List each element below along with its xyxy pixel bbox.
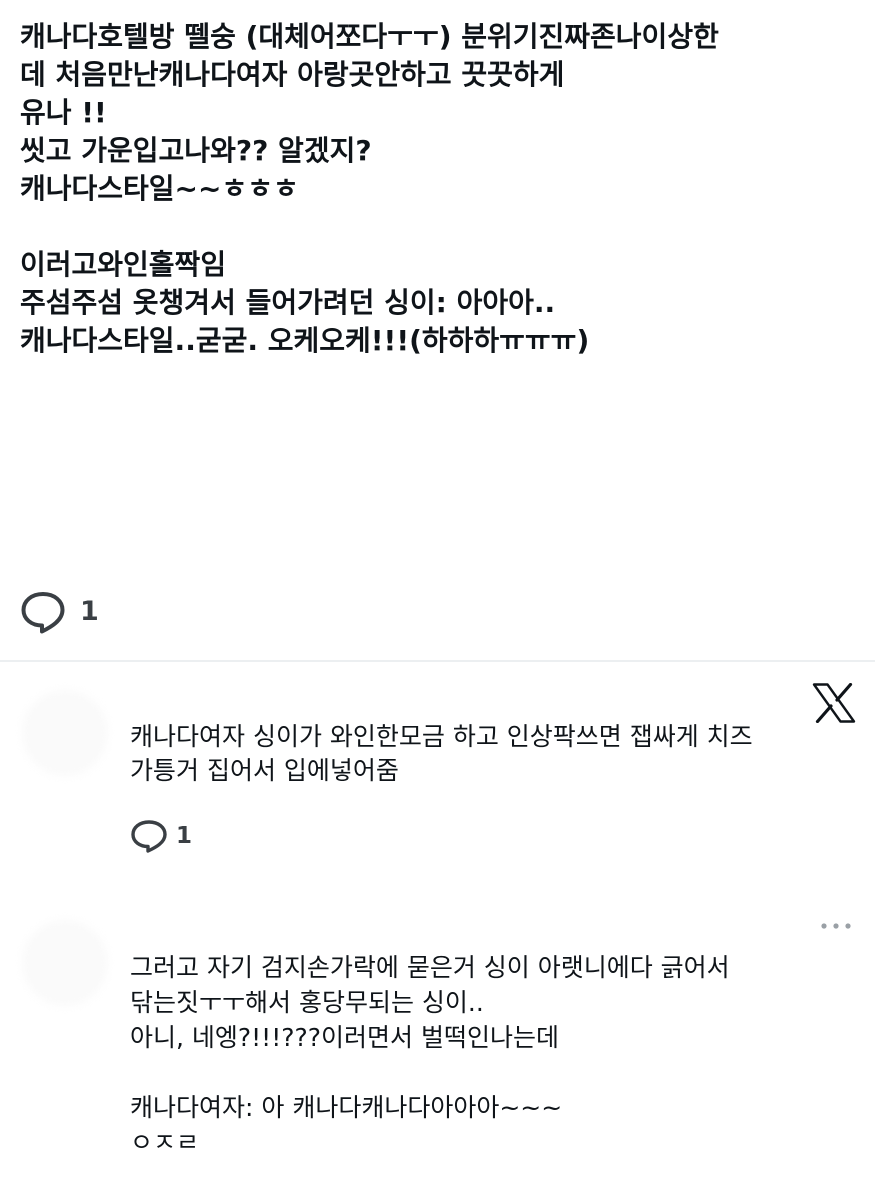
tweet-text-line: 씻고 가운입고나와?? 알겠지?	[20, 134, 372, 167]
tweet-text-line: 유나 !!	[20, 96, 107, 129]
tweet-text-line: 데 처음만난캐나다여자 아랑곳안하고 끗끗하게	[20, 58, 565, 91]
avatar[interactable]	[22, 920, 108, 1006]
reply-text-blank-line	[130, 1055, 850, 1090]
redacted-area	[20, 520, 520, 542]
reply-text-line: 가틍거 집어서 입에넣어줌	[130, 756, 399, 785]
speech-bubble-icon[interactable]	[20, 590, 66, 634]
reply-text-line: ㅇㅈㄹ	[130, 1128, 200, 1157]
speech-bubble-icon[interactable]	[130, 819, 168, 853]
more-dots-icon[interactable]	[818, 918, 854, 932]
main-tweet-text: 캐나다호텔방 뗄숭 (대체어쪼다ㅜㅜ) 분위기진짜존나이상한 데 처음만난캐나다…	[20, 18, 860, 360]
x-logo-icon	[812, 682, 856, 724]
reply-text-line: 그러고 자기 검지손가락에 묻은거 싱이 아랫니에다 긁어서	[130, 953, 730, 982]
reply-count: 1	[176, 823, 193, 849]
reply-tweet-text: 그러고 자기 검지손가락에 묻은거 싱이 아랫니에다 긁어서 닦는짓ㅜㅜ해서 홍…	[130, 950, 850, 1160]
tweet-text-blank-line	[20, 208, 860, 246]
main-tweet-actions: 1	[20, 590, 99, 634]
tweet-text-line: 캐나다스타일..굳굳. 오케오케!!!(하하하ㅠㅠㅠ)	[20, 324, 590, 357]
tweet-text-line: 캐나다호텔방 뗄숭 (대체어쪼다ㅜㅜ) 분위기진짜존나이상한	[20, 20, 719, 53]
reply-count: 1	[80, 596, 99, 627]
reply-tweet-actions: 1	[130, 818, 192, 854]
reply-text-line: 아니, 네엥?!!!???이러면서 벌떡인나는데	[130, 1023, 559, 1052]
tweet-text-line: 이러고와인홀짝임	[20, 248, 227, 281]
tweet-text-line: 캐나다스타일~~ㅎㅎㅎ	[20, 172, 299, 205]
tweet-text-line: 주섬주섬 옷챙겨서 들어가려던 싱이: 아아아..	[20, 286, 556, 319]
divider	[0, 660, 875, 662]
reply-tweet-text: 캐나다여자 싱이가 와인한모금 하고 인상팍쓰면 잽싸게 치즈 가틍거 집어서 …	[130, 720, 850, 788]
reply-text-line: 캐나다여자: 아 캐나다캐나다아아아~~~	[130, 1093, 563, 1122]
reply-text-line: 닦는짓ㅜㅜ해서 홍당무되는 싱이..	[130, 988, 484, 1017]
avatar[interactable]	[22, 690, 108, 776]
reply-text-line: 캐나다여자 싱이가 와인한모금 하고 인상팍쓰면 잽싸게 치즈	[130, 722, 753, 751]
